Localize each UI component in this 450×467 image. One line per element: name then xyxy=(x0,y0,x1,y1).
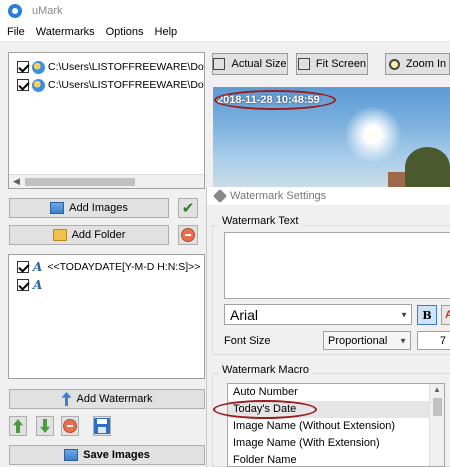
window-title: uMark xyxy=(32,5,63,17)
title-bar: uMark xyxy=(0,0,450,22)
file-row[interactable]: C:\Users\LISTOFFREEWARE\Downlo xyxy=(9,58,204,76)
macro-item[interactable]: Image Name (Without Extension) xyxy=(228,418,444,435)
preview-sun xyxy=(343,107,403,162)
fit-screen-button[interactable]: Fit Screen xyxy=(296,53,368,75)
remove-watermark-button[interactable] xyxy=(61,416,79,436)
zoom-in-button[interactable]: Zoom In xyxy=(385,53,450,75)
font-color-label: A xyxy=(445,309,450,321)
macro-item[interactable]: Folder Name xyxy=(228,452,444,466)
checkmark-icon: ✔ xyxy=(181,199,195,217)
font-color-button[interactable]: A xyxy=(441,305,450,325)
scrollbar-thumb[interactable] xyxy=(433,398,442,416)
font-family-select[interactable]: Arial ▼ xyxy=(224,304,412,325)
watermark-checkbox[interactable] xyxy=(17,279,29,291)
save-images-button[interactable]: Save Images xyxy=(9,445,205,465)
image-file-icon xyxy=(32,78,45,92)
add-images-label: Add Images xyxy=(69,202,128,214)
add-images-button[interactable]: Add Images xyxy=(9,198,169,218)
file-checkbox[interactable] xyxy=(17,79,29,91)
watermark-row[interactable]: A xyxy=(9,276,204,294)
move-down-button[interactable] xyxy=(36,416,54,436)
font-size-input[interactable]: 7 xyxy=(417,331,450,350)
file-list-scrollbar[interactable]: ◀ xyxy=(9,174,204,188)
file-path: C:\Users\LISTOFFREEWARE\Downlo xyxy=(48,79,204,91)
zoom-in-label: Zoom In xyxy=(405,58,447,70)
remove-icon xyxy=(181,228,195,242)
watermark-row[interactable]: A <<TODAYDATE[Y-M-D H:N:S]>> xyxy=(9,258,204,276)
settings-title-bar: Watermark Settings xyxy=(207,187,450,205)
actual-size-icon xyxy=(213,58,226,70)
watermark-macro-label: Watermark Macro xyxy=(219,364,312,376)
watermark-pin-icon xyxy=(61,392,72,406)
actual-size-label: Actual Size xyxy=(231,58,287,70)
zoom-in-icon xyxy=(388,58,400,70)
apply-check-button[interactable]: ✔ xyxy=(178,198,198,218)
macro-list-scrollbar[interactable]: ▲ xyxy=(429,384,444,466)
fit-screen-label: Fit Screen xyxy=(315,58,367,70)
font-size-mode-value: Proportional xyxy=(328,334,388,347)
menu-help[interactable]: Help xyxy=(151,26,182,38)
add-folder-label: Add Folder xyxy=(71,229,126,241)
menu-bar: File Watermarks Options Help xyxy=(0,22,450,42)
file-row[interactable]: C:\Users\LISTOFFREEWARE\Downlo xyxy=(9,76,204,94)
font-size-mode-select[interactable]: Proportional ▼ xyxy=(323,331,411,350)
actual-size-button[interactable]: Actual Size xyxy=(212,53,288,75)
text-watermark-icon: A xyxy=(33,278,43,292)
watermark-checkbox[interactable] xyxy=(17,261,29,273)
chevron-down-icon: ▼ xyxy=(399,336,407,345)
save-images-label: Save Images xyxy=(83,449,150,461)
watermark-text-label: Watermark Text xyxy=(219,215,302,227)
add-watermark-button[interactable]: Add Watermark xyxy=(9,389,205,409)
menu-file[interactable]: File xyxy=(3,26,29,38)
watermark-text-input[interactable] xyxy=(224,232,450,299)
file-checkbox[interactable] xyxy=(17,61,29,73)
macro-item[interactable]: Image Name (With Extension) xyxy=(228,435,444,452)
save-template-button[interactable] xyxy=(93,416,111,436)
arrow-down-icon xyxy=(40,419,50,433)
watermark-label: <<TODAYDATE[Y-M-D H:N:S]>> xyxy=(47,261,201,273)
image-file-list[interactable]: C:\Users\LISTOFFREEWARE\Downlo C:\Users\… xyxy=(8,52,205,189)
menu-options[interactable]: Options xyxy=(102,26,148,38)
app-logo-icon xyxy=(8,4,22,18)
scrollbar-thumb[interactable] xyxy=(25,178,135,186)
text-watermark-icon: A xyxy=(33,260,43,274)
chevron-down-icon: ▼ xyxy=(400,310,408,319)
macro-listbox[interactable]: Auto Number Today's Date Image Name (Wit… xyxy=(227,383,445,467)
add-watermark-label: Add Watermark xyxy=(76,393,153,405)
image-file-icon xyxy=(32,60,45,74)
scroll-up-icon[interactable]: ▲ xyxy=(433,385,441,394)
move-up-button[interactable] xyxy=(9,416,27,436)
font-size-value: 7 xyxy=(439,334,446,347)
watermark-settings-panel: Watermark Settings Watermark Text Arial … xyxy=(206,187,450,467)
menu-watermarks[interactable]: Watermarks xyxy=(32,26,99,38)
highlight-oval xyxy=(214,90,336,110)
file-path: C:\Users\LISTOFFREEWARE\Downlo xyxy=(48,61,204,73)
scroll-left-icon[interactable]: ◀ xyxy=(13,176,20,187)
add-folder-button[interactable]: Add Folder xyxy=(9,225,169,245)
image-preview[interactable]: 2018-11-28 10:48:59 xyxy=(213,87,450,187)
add-images-icon xyxy=(50,202,65,214)
highlight-oval xyxy=(213,400,317,419)
wrench-icon xyxy=(212,188,228,204)
font-family-value: Arial xyxy=(230,306,259,323)
fit-screen-icon xyxy=(297,58,310,70)
folder-icon xyxy=(52,229,67,241)
font-size-label: Font Size xyxy=(224,335,271,347)
settings-title: Watermark Settings xyxy=(230,190,327,202)
remove-image-button[interactable] xyxy=(178,225,198,245)
remove-icon xyxy=(63,419,77,433)
watermark-list[interactable]: A <<TODAYDATE[Y-M-D H:N:S]>> A xyxy=(8,254,205,379)
save-images-icon xyxy=(64,449,79,461)
bold-label: B xyxy=(422,308,432,322)
preview-tree xyxy=(405,147,450,187)
arrow-up-icon xyxy=(13,419,23,433)
macro-item[interactable]: Auto Number xyxy=(228,384,444,401)
floppy-disk-icon xyxy=(94,418,110,434)
bold-toggle[interactable]: B xyxy=(417,305,437,325)
